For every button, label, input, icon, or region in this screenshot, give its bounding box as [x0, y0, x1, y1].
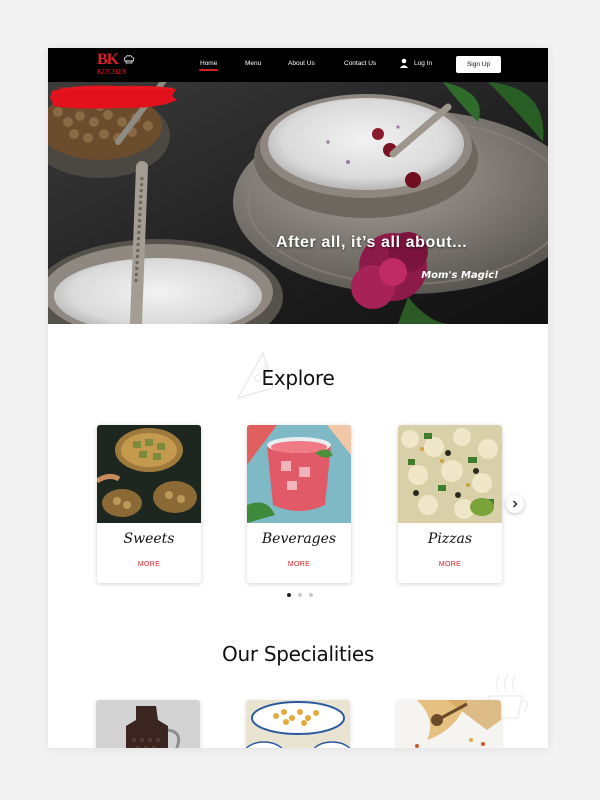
navbar: BK KITCHEN Home Menu About Us Contact Us…: [48, 48, 548, 82]
hero-image: [48, 82, 548, 324]
card-more-link[interactable]: MORE: [398, 561, 502, 568]
category-card-beverages[interactable]: Beverages MORE: [247, 425, 351, 583]
speciality-card-drink[interactable]: [96, 700, 200, 748]
hero-banner: After all, it’s all about... Mom's Magic…: [48, 82, 548, 324]
category-card-pizzas[interactable]: Pizzas MORE: [398, 425, 502, 583]
explore-title: Explore: [261, 366, 335, 390]
nav-link-about-us[interactable]: About Us: [288, 60, 315, 67]
card-more-link[interactable]: MORE: [247, 561, 351, 568]
card-title: Beverages: [261, 531, 337, 547]
carousel-pagination: [287, 593, 313, 597]
speciality-drink-image: [96, 700, 200, 748]
sweets-image: [97, 425, 201, 523]
brush-stroke-decoration: [50, 85, 177, 109]
pagination-dot[interactable]: [298, 593, 302, 597]
brand-logo[interactable]: BK KITCHEN: [96, 51, 138, 79]
card-more-link[interactable]: MORE: [97, 561, 201, 568]
pagination-dot[interactable]: [287, 593, 291, 597]
user-icon: [399, 58, 409, 68]
nav-link-home[interactable]: Home: [198, 60, 219, 71]
carousel-next-button[interactable]: [506, 495, 524, 513]
card-title: Pizzas: [427, 531, 473, 547]
specialities-title: Our Specialities: [222, 642, 374, 666]
beverages-image: [247, 425, 351, 523]
login-label: Log In: [414, 59, 433, 67]
speciality-snacks-image: [246, 700, 350, 748]
nav-link-contact-us[interactable]: Contact Us: [344, 60, 376, 67]
nav-link-menu[interactable]: Menu: [245, 60, 261, 67]
page-frame: BK KITCHEN Home Menu About Us Contact Us…: [48, 48, 548, 748]
speciality-spices-image: [397, 700, 501, 748]
logo-subtext: KITCHEN: [97, 68, 127, 76]
chevron-right-icon: [513, 500, 518, 508]
pagination-dot[interactable]: [309, 593, 313, 597]
category-card-sweets[interactable]: Sweets MORE: [97, 425, 201, 583]
speciality-card-snacks[interactable]: [246, 700, 350, 748]
speciality-card-spices[interactable]: [397, 700, 501, 748]
login-button[interactable]: Log In: [399, 58, 432, 68]
pizzas-image: [398, 425, 502, 523]
card-title: Sweets: [123, 531, 175, 547]
hero-title: After all, it’s all about...: [276, 234, 468, 251]
chef-hat-icon: [123, 55, 135, 64]
logo-text: BK: [97, 51, 119, 68]
signup-button[interactable]: Sign Up: [456, 56, 501, 73]
hero-tagline: Mom's Magic!: [421, 270, 499, 281]
